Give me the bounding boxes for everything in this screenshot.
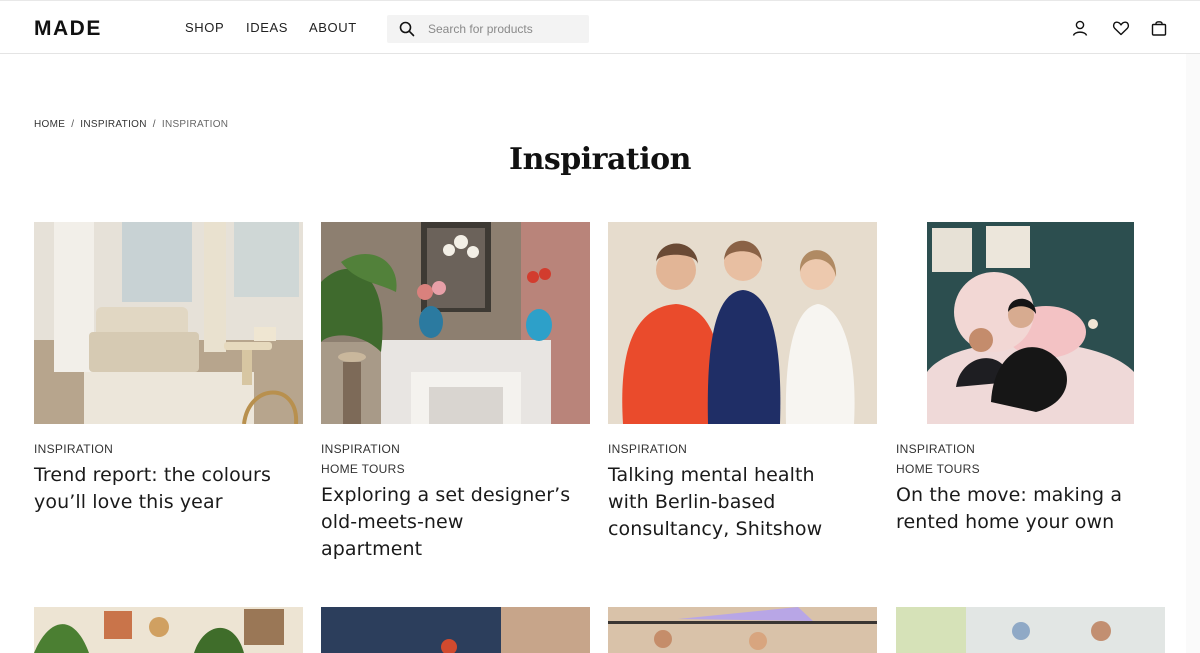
article-image-living-room[interactable] — [34, 222, 303, 425]
article-title[interactable]: Talking mental health with Berlin-based … — [608, 462, 877, 543]
article-title-line[interactable]: with Berlin-based — [608, 489, 877, 516]
article-title-line[interactable]: you’ll love this year — [34, 489, 303, 516]
article-category[interactable]: HOME TOURS — [321, 459, 590, 479]
article-image-umbrella[interactable] — [608, 607, 877, 653]
article-category[interactable]: INSPIRATION — [896, 439, 1165, 459]
site-header: MADE SHOP IDEAS ABOUT — [0, 0, 1200, 54]
breadcrumb-separator: / — [152, 119, 156, 130]
user-icon[interactable] — [1071, 19, 1089, 37]
article-image-dark-knit[interactable] — [321, 607, 590, 653]
bag-icon[interactable] — [1150, 19, 1168, 37]
heart-icon[interactable] — [1112, 19, 1130, 37]
site-logo[interactable]: MADE — [34, 17, 102, 41]
nav-about[interactable]: ABOUT — [309, 20, 357, 35]
article-card[interactable]: INSPIRATION HOME TOURS On the move: maki… — [896, 222, 1165, 536]
article-title-line[interactable]: Exploring a set designer’s — [321, 482, 590, 509]
search-bar[interactable] — [387, 15, 589, 43]
article-category[interactable]: INSPIRATION — [608, 439, 877, 459]
article-title-line[interactable]: apartment — [321, 536, 590, 563]
article-card[interactable]: INSPIRATION Talking mental health with B… — [608, 222, 877, 543]
article-title[interactable]: Exploring a set designer’s old-meets-new… — [321, 482, 590, 563]
article-category[interactable]: INSPIRATION — [34, 439, 303, 459]
article-title-line[interactable]: Talking mental health — [608, 462, 877, 489]
article-category[interactable]: HOME TOURS — [896, 459, 1165, 479]
breadcrumb-separator: / — [71, 119, 75, 130]
article-title[interactable]: On the move: making a rented home your o… — [896, 482, 1165, 536]
breadcrumb-inspiration[interactable]: INSPIRATION — [80, 119, 146, 130]
article-image-group[interactable] — [896, 607, 1165, 653]
article-title-line[interactable]: consultancy, Shitshow — [608, 516, 877, 543]
breadcrumb-current: INSPIRATION — [161, 119, 229, 130]
article-title-line[interactable]: Trend report: the colours — [34, 462, 303, 489]
breadcrumb: HOME / INSPIRATION / INSPIRATION — [34, 119, 228, 130]
article-image-portrait[interactable] — [608, 222, 877, 424]
article-title-line[interactable]: old-meets-new — [321, 509, 590, 536]
scrollbar[interactable] — [1186, 54, 1200, 653]
article-category[interactable]: INSPIRATION — [321, 439, 590, 459]
article-card[interactable]: INSPIRATION Trend report: the colours yo… — [34, 222, 303, 516]
search-input[interactable] — [428, 18, 583, 40]
article-image-mantelpiece[interactable] — [321, 222, 590, 424]
breadcrumb-home[interactable]: HOME — [34, 119, 65, 130]
article-image-plants[interactable] — [34, 607, 303, 653]
nav-shop[interactable]: SHOP — [185, 20, 224, 35]
article-title[interactable]: Trend report: the colours you’ll love th… — [34, 462, 303, 516]
article-title-line[interactable]: rented home your own — [896, 509, 1165, 536]
article-card[interactable]: INSPIRATION HOME TOURS Exploring a set d… — [321, 222, 590, 563]
article-title-line[interactable]: On the move: making a — [896, 482, 1165, 509]
search-icon[interactable] — [399, 21, 415, 37]
nav-ideas[interactable]: IDEAS — [246, 20, 288, 35]
article-image-family[interactable] — [896, 222, 1165, 424]
page-title: Inspiration — [509, 142, 691, 177]
